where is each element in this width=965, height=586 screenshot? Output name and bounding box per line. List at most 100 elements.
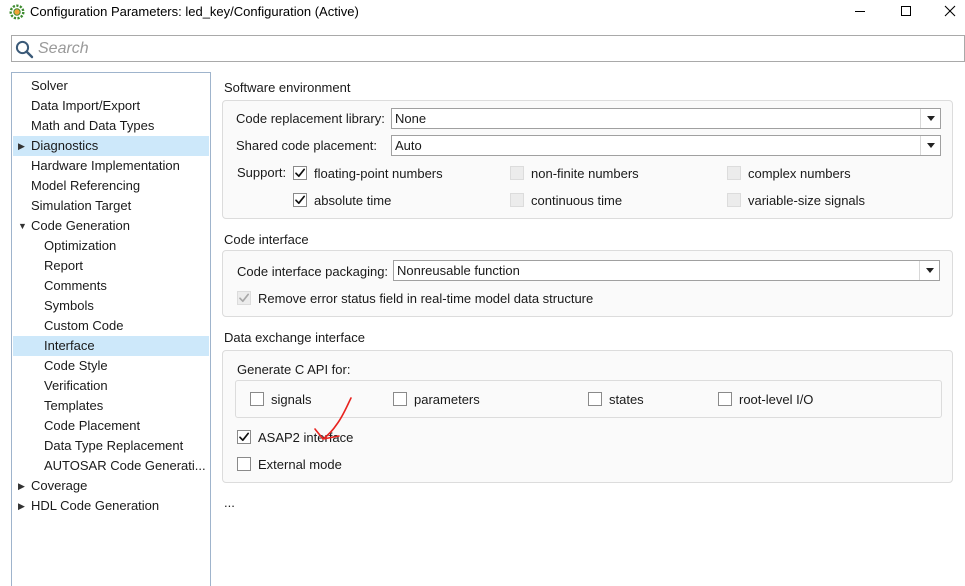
tree-item-data-type-replacement[interactable]: Data Type Replacement	[13, 436, 209, 456]
c-api-signals-checkbox[interactable]	[250, 392, 264, 406]
absolute-time-checkbox[interactable]	[293, 193, 307, 207]
tree-item-label: Data Import/Export	[31, 98, 141, 113]
checkmark-icon	[239, 432, 250, 442]
tree-item-optimization[interactable]: Optimization	[13, 236, 209, 256]
shared-code-placement-dropdown[interactable]: Auto	[391, 135, 941, 156]
tree-item-templates[interactable]: Templates	[13, 396, 209, 416]
c-api-root-level-io-checkbox[interactable]	[718, 392, 732, 406]
close-button[interactable]	[928, 0, 965, 22]
tree-item-label: AUTOSAR Code Generati...	[44, 458, 206, 473]
interface-pane: Software environment Code replacement li…	[222, 72, 965, 586]
absolute-time-label: absolute time	[314, 193, 392, 208]
software-environment-title: Software environment	[224, 80, 351, 95]
search-input[interactable]	[38, 38, 938, 59]
complex-numbers-checkbox[interactable]	[727, 166, 741, 180]
code-interface-packaging-dropdown[interactable]: Nonreusable function	[393, 260, 940, 281]
data-exchange-title: Data exchange interface	[224, 330, 365, 345]
tree-item-label: Simulation Target	[31, 198, 132, 213]
checkmark-icon	[239, 293, 250, 303]
shared-code-placement-value: Auto	[395, 138, 422, 153]
tree-item-label: Symbols	[44, 298, 94, 313]
c-api-parameters-checkbox[interactable]	[393, 392, 407, 406]
tree-item-coverage[interactable]: ▶ Coverage	[13, 476, 209, 496]
tree-item-code-generation[interactable]: ▼ Code Generation	[13, 216, 209, 236]
red-arrow-annotation	[314, 397, 352, 440]
non-finite-label: non-finite numbers	[531, 166, 639, 181]
minimize-button[interactable]	[838, 0, 882, 22]
collapsed-arrow-icon[interactable]: ▶	[18, 496, 28, 516]
tree-item-label: Templates	[44, 398, 104, 413]
tree-item-hardware-implementation[interactable]: Hardware Implementation	[13, 156, 209, 176]
tree-item-label: Data Type Replacement	[44, 438, 184, 453]
external-mode-label: External mode	[258, 457, 342, 472]
continuous-time-checkbox[interactable]	[510, 193, 524, 207]
code-replacement-library-value: None	[395, 111, 427, 126]
tree-item-diagnostics[interactable]: ▶ Diagnostics	[13, 136, 209, 156]
tree-item-custom-code[interactable]: Custom Code	[13, 316, 209, 336]
tree-item-symbols[interactable]: Symbols	[13, 296, 209, 316]
search-box[interactable]	[11, 35, 965, 62]
c-api-parameters-label: parameters	[414, 392, 480, 407]
complex-numbers-label: complex numbers	[748, 166, 851, 181]
tree-item-label: Math and Data Types	[31, 118, 155, 133]
floating-point-label: floating-point numbers	[314, 166, 443, 181]
remove-error-status-checkbox[interactable]	[237, 291, 251, 305]
asap2-interface-checkbox[interactable]	[237, 430, 251, 444]
simulink-gear-icon	[9, 4, 25, 20]
code-interface-title: Code interface	[224, 232, 309, 247]
shared-code-placement-label: Shared code placement:	[236, 138, 377, 153]
generate-c-api-label: Generate C API for:	[237, 362, 351, 377]
window-titlebar: Configuration Parameters: led_key/Config…	[0, 0, 965, 24]
dropdown-arrow-icon	[919, 261, 939, 280]
code-interface-panel: Code interface packaging: Nonreusable fu…	[222, 250, 953, 317]
collapsed-arrow-icon[interactable]: ▶	[18, 136, 28, 156]
close-icon	[944, 5, 956, 17]
c-api-root-level-io-label: root-level I/O	[739, 392, 814, 407]
tree-item-label: Code Generation	[31, 218, 131, 233]
minimize-icon	[855, 11, 865, 12]
more-options-ellipsis[interactable]: ...	[224, 495, 235, 510]
maximize-icon	[901, 6, 911, 16]
tree-item-label: HDL Code Generation	[31, 498, 160, 513]
code-replacement-library-label: Code replacement library:	[236, 111, 385, 126]
maximize-button[interactable]	[884, 0, 928, 22]
tree-item-data-import-export[interactable]: Data Import/Export	[13, 96, 209, 116]
tree-item-code-placement[interactable]: Code Placement	[13, 416, 209, 436]
tree-item-math-and-data-types[interactable]: Math and Data Types	[13, 116, 209, 136]
tree-item-interface[interactable]: Interface	[13, 336, 209, 356]
variable-size-signals-checkbox[interactable]	[727, 193, 741, 207]
code-replacement-library-dropdown[interactable]: None	[391, 108, 941, 129]
tree-item-label: Model Referencing	[31, 178, 141, 193]
tree-item-solver[interactable]: Solver	[13, 76, 209, 96]
expanded-arrow-icon[interactable]: ▼	[18, 216, 28, 236]
tree-item-label: Optimization	[44, 238, 117, 253]
c-api-signals-label: signals	[271, 392, 312, 407]
tree-item-label: Coverage	[31, 478, 88, 493]
tree-item-comments[interactable]: Comments	[13, 276, 209, 296]
external-mode-checkbox[interactable]	[237, 457, 251, 471]
tree-item-verification[interactable]: Verification	[13, 376, 209, 396]
remove-error-status-label: Remove error status field in real-time m…	[258, 291, 594, 306]
tree-item-label: Custom Code	[44, 318, 124, 333]
search-icon	[15, 40, 34, 59]
collapsed-arrow-icon[interactable]: ▶	[18, 476, 28, 496]
tree-item-label: Code Placement	[44, 418, 141, 433]
floating-point-checkbox[interactable]	[293, 166, 307, 180]
tree-item-autosar-code-generati[interactable]: AUTOSAR Code Generati...	[13, 456, 209, 476]
non-finite-checkbox[interactable]	[510, 166, 524, 180]
checkmark-icon	[295, 195, 306, 205]
tree-item-label: Interface	[44, 338, 95, 353]
tree-item-hdl-code-generation[interactable]: ▶ HDL Code Generation	[13, 496, 209, 516]
code-interface-packaging-value: Nonreusable function	[397, 263, 520, 278]
tree-item-label: Report	[44, 258, 84, 273]
category-tree[interactable]: Solver Data Import/Export Math and Data Ty…	[11, 72, 211, 586]
tree-item-report[interactable]: Report	[13, 256, 209, 276]
tree-item-label: Solver	[31, 78, 68, 93]
c-api-states-checkbox[interactable]	[588, 392, 602, 406]
tree-item-model-referencing[interactable]: Model Referencing	[13, 176, 209, 196]
variable-size-signals-label: variable-size signals	[748, 193, 866, 208]
tree-item-simulation-target[interactable]: Simulation Target	[13, 196, 209, 216]
tree-item-code-style[interactable]: Code Style	[13, 356, 209, 376]
dropdown-arrow-icon	[920, 136, 940, 155]
tree-item-label: Code Style	[44, 358, 108, 373]
